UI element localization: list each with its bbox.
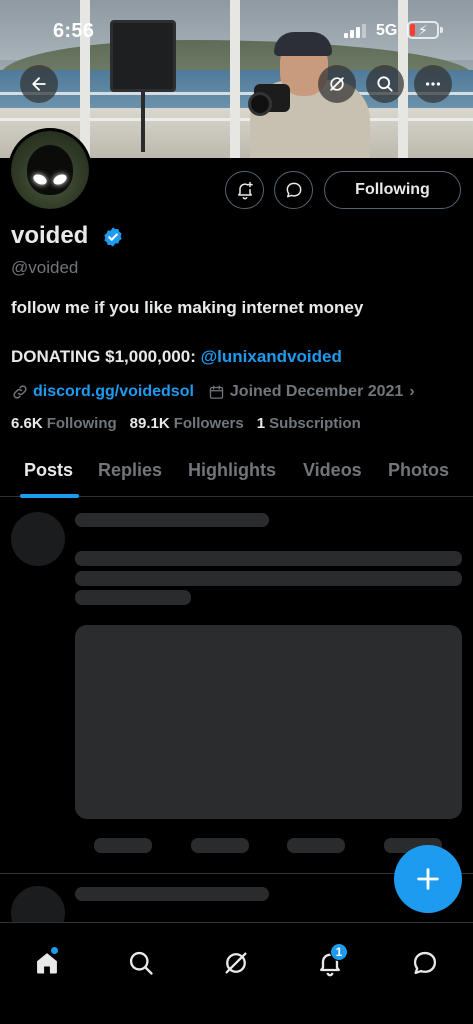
search-button[interactable] xyxy=(366,65,404,103)
plus-icon xyxy=(417,868,439,890)
bio-donation-line: DONATING $1,000,000: @lunixandvoided xyxy=(11,347,342,367)
skeleton-action xyxy=(191,838,249,853)
nav-notifications[interactable]: 1 xyxy=(302,937,358,989)
compose-button[interactable] xyxy=(394,845,462,913)
website-link[interactable]: discord.gg/voidedsol xyxy=(33,383,194,401)
tab-highlights[interactable]: Highlights xyxy=(188,460,276,481)
grok-icon xyxy=(225,952,247,974)
tab-replies[interactable]: Replies xyxy=(98,460,162,481)
grok-icon xyxy=(330,77,344,91)
home-icon xyxy=(37,953,57,974)
skeleton-line xyxy=(75,887,269,901)
skeleton-line xyxy=(75,590,191,605)
followers-count[interactable]: 89.1K xyxy=(130,415,170,432)
joined-date[interactable]: Joined December 2021 xyxy=(230,383,403,401)
avatar[interactable] xyxy=(8,128,92,212)
network-label: 5G xyxy=(376,22,398,39)
bio-text: follow me if you like making internet mo… xyxy=(11,298,364,317)
search-icon xyxy=(377,76,393,92)
following-label[interactable]: Following xyxy=(47,415,117,432)
notifications-button[interactable] xyxy=(225,171,264,209)
follow-stats: 6.6K Following 89.1K Followers 1 Subscri… xyxy=(11,415,374,432)
grok-button[interactable] xyxy=(318,65,356,103)
bio-mention-link[interactable]: @lunixandvoided xyxy=(201,347,342,366)
nav-home-dot xyxy=(51,947,58,954)
back-button[interactable] xyxy=(20,65,58,103)
calendar-icon xyxy=(209,384,224,399)
alien-avatar-image xyxy=(27,145,73,195)
following-count[interactable]: 6.6K xyxy=(11,415,43,432)
banner-light-stand xyxy=(141,92,145,152)
status-time: 6:56 xyxy=(53,20,95,42)
nav-home[interactable] xyxy=(19,937,75,989)
profile-meta: discord.gg/voidedsol Joined December 202… xyxy=(11,381,415,403)
verified-badge-icon[interactable] xyxy=(102,226,124,248)
handle: @voided xyxy=(11,258,79,277)
skeleton-line xyxy=(75,551,462,566)
battery-icon: ⚡ xyxy=(407,21,439,39)
subscriptions-count[interactable]: 1 xyxy=(257,415,265,432)
tab-videos[interactable]: Videos xyxy=(303,460,362,481)
bottom-nav: 1 xyxy=(0,922,473,1024)
tab-indicator xyxy=(20,494,79,498)
nav-messages[interactable] xyxy=(397,937,453,989)
tab-posts[interactable]: Posts xyxy=(24,460,73,481)
chevron-right-icon[interactable]: › xyxy=(409,383,414,401)
message-icon xyxy=(413,951,437,975)
message-icon xyxy=(286,182,301,198)
nav-search[interactable] xyxy=(113,937,169,989)
skeleton-avatar xyxy=(11,512,65,566)
skeleton-media xyxy=(75,625,462,819)
notification-badge: 1 xyxy=(330,943,348,961)
skeleton-line xyxy=(75,513,269,527)
following-button[interactable]: Following xyxy=(324,171,461,209)
status-bar: 6:56 5G ⚡ xyxy=(0,0,473,56)
skeleton-action xyxy=(94,838,152,853)
link-icon xyxy=(13,385,27,399)
message-button[interactable] xyxy=(274,171,313,209)
profile-tabs: Posts Replies Highlights Videos Photos xyxy=(0,445,473,498)
more-horizontal-icon xyxy=(425,82,441,86)
tab-photos[interactable]: Photos xyxy=(388,460,449,481)
nav-grok[interactable] xyxy=(208,937,264,989)
bell-plus-icon xyxy=(237,181,253,200)
battery-tip xyxy=(440,27,443,33)
bio-donation-text: DONATING $1,000,000: xyxy=(11,347,201,366)
arrow-left-icon xyxy=(32,77,46,91)
subscriptions-label[interactable]: Subscription xyxy=(269,415,361,432)
followers-label[interactable]: Followers xyxy=(174,415,244,432)
search-icon xyxy=(129,951,153,975)
skeleton-line xyxy=(75,571,462,586)
display-name: voided xyxy=(11,222,89,249)
signal-icon xyxy=(344,24,366,38)
more-button[interactable] xyxy=(414,65,452,103)
skeleton-action xyxy=(287,838,345,853)
